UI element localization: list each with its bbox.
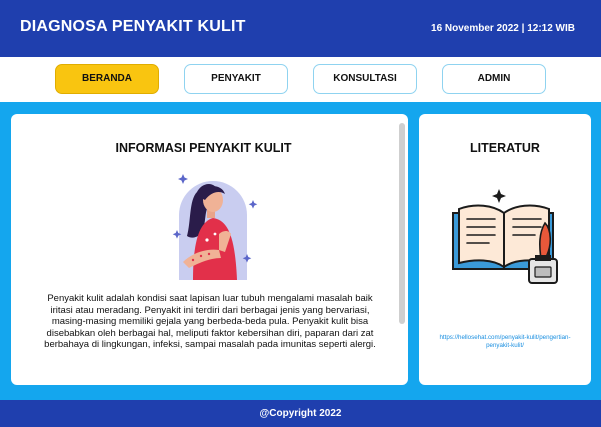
nav-penyakit-button[interactable]: PENYAKIT <box>184 64 288 94</box>
literature-card: LITERATUR https://hellosehat.com/penyaki… <box>419 114 591 385</box>
app-title: DIAGNOSA PENYAKIT KULIT <box>20 18 246 35</box>
date-time: 16 November 2022 | 12:12 WIB <box>431 23 575 34</box>
info-description: Penyakit kulit adalah kondisi saat lapis… <box>44 293 376 351</box>
info-card: INFORMASI PENYAKIT KULIT Penyakit kulit … <box>11 114 408 385</box>
nav-beranda-button[interactable]: BERANDA <box>55 64 159 94</box>
info-scrollbar[interactable] <box>399 123 405 324</box>
main-nav: BERANDA PENYAKIT KONSULTASI ADMIN <box>0 57 601 102</box>
info-title: INFORMASI PENYAKIT KULIT <box>115 141 292 155</box>
literature-title: LITERATUR <box>470 141 540 155</box>
top-header: DIAGNOSA PENYAKIT KULIT 16 November 2022… <box>0 0 601 57</box>
footer: @Copyright 2022 <box>0 400 601 427</box>
woman-scratching-skin-illustration <box>172 174 258 280</box>
nav-konsultasi-button[interactable]: KONSULTASI <box>313 64 417 94</box>
literature-link[interactable]: https://hellosehat.com/penyakit-kulit/pe… <box>429 334 581 350</box>
open-book-with-quill-icon <box>452 189 558 284</box>
copyright-text: @Copyright 2022 <box>259 408 342 419</box>
main-content: INFORMASI PENYAKIT KULIT Penyakit kulit … <box>0 102 601 400</box>
nav-admin-button[interactable]: ADMIN <box>442 64 546 94</box>
